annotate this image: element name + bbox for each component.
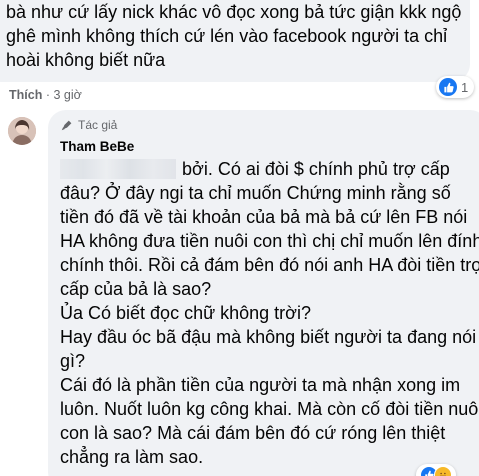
comment-text: bà như cứ lấy nick khác vô đọc xong bả t… [6, 2, 462, 70]
reply-text: bởi. Có ai đòi $ chính phủ trợ cấp đâu? … [60, 157, 479, 469]
reply-paragraph: bởi. Có ai đòi $ chính phủ trợ cấp đâu? … [60, 159, 479, 299]
comment-time[interactable]: 3 giờ [53, 88, 81, 102]
haha-reaction-icon [434, 466, 452, 476]
avatar[interactable] [8, 117, 36, 145]
author-badge: Tác giả [60, 118, 117, 132]
reply-paragraph: Ủa Có biết đọc chữ không trời? [60, 303, 311, 323]
reaction-summary[interactable]: 1 [436, 76, 475, 98]
reaction-summary[interactable] [416, 464, 456, 476]
blurred-text [60, 159, 176, 179]
comment-meta: Thích · 3 giờ [9, 88, 82, 102]
like-link[interactable]: Thích [9, 88, 42, 102]
like-reaction-icon [439, 78, 457, 96]
author-name[interactable]: Tham BeBe [60, 139, 134, 154]
reply-paragraph: Hay đầu óc bã đậu mà không biết người ta… [60, 327, 477, 371]
author-badge-label: Tác giả [78, 118, 118, 132]
comment-bubble: bà như cứ lấy nick khác vô đọc xong bả t… [0, 0, 470, 82]
reaction-count: 1 [461, 79, 469, 95]
reply-paragraph: Cái đó là phần tiền của người ta mà nhận… [60, 375, 479, 467]
author-badge-icon [61, 120, 72, 131]
author-reply-bubble: Tác giả Tham BeBe bởi. Có ai đòi $ chính… [48, 110, 479, 476]
